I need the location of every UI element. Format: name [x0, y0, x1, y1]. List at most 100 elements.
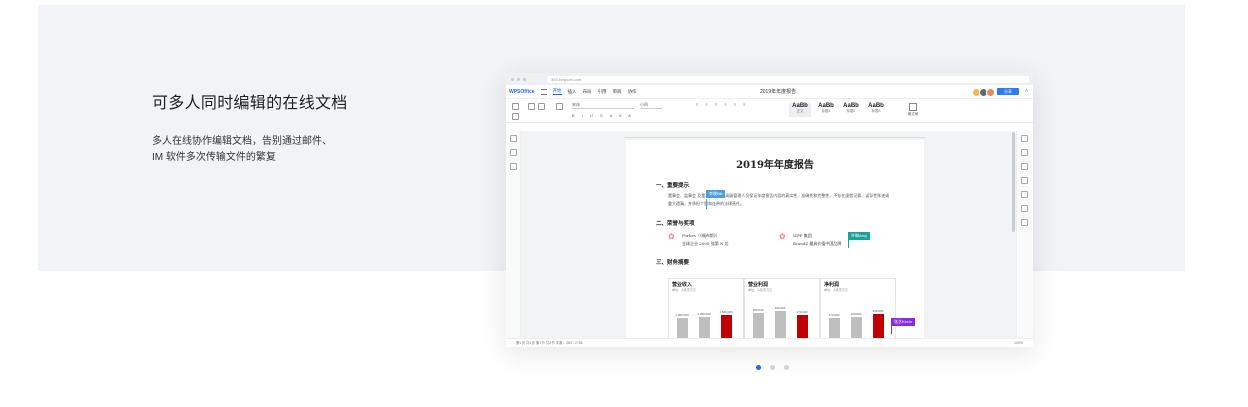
finance-chart: 营业收入 单位：人民币万元 1,000,000 1,200,000 1,500,00… [668, 278, 744, 340]
menu-reference: 引用 [597, 88, 607, 94]
carousel-dot[interactable] [770, 365, 775, 370]
award-detail: BrandZ 最具价值中国品牌 [793, 241, 842, 246]
share-button: 分享 [997, 88, 1019, 95]
chart-bar [829, 318, 840, 339]
status-info: 第1页 共4页 第1节 共2节 字数：283 / 2785 [516, 341, 583, 345]
carousel-dot[interactable] [756, 365, 761, 370]
chart-bar-label: 270,000 [796, 310, 808, 314]
paragraph: 董事会、监事会 及董事、监事、高级管理人员保证年度报告内容的真实性、准确性和完整… [668, 192, 890, 208]
collab-cursor-label: 李晓Bill [706, 190, 726, 198]
comment-icon [510, 163, 517, 170]
menu-collab: 协作 [627, 88, 637, 94]
formatting-toolbar: 宋体 小四 B I U S A A A ≡ ≡ ≡ ≡ ≡ ≡ AaBb 正文 A… [506, 99, 1033, 123]
chart-title: 营业收入 [672, 282, 693, 288]
chart-bar [797, 315, 808, 339]
chart-bar-label: 250,000 [752, 308, 764, 312]
hero-desc-line1: 多人在线协作编辑文档，告别通过邮件、 [152, 136, 332, 147]
ruler [624, 132, 925, 138]
chart-title: 净利润 [824, 282, 840, 288]
avatar [986, 88, 995, 97]
address-bar: 365.kingsoft.com [547, 75, 1029, 83]
finance-chart: 营业利润 单位：人民币万元 250,000 300,000 270,000 [744, 278, 820, 340]
panel-icon [1021, 163, 1028, 170]
style-heading2: AaBb 标题2 [843, 103, 859, 113]
award-star-icon: ✿ [668, 232, 675, 241]
hero-title: 可多人同时编辑的在线文档 [152, 95, 348, 112]
paste-icon [538, 103, 545, 110]
style-normal: AaBb 正文 [789, 103, 811, 117]
award-item: WPP 集团 BrandZ 最具价值中国品牌 [793, 232, 841, 248]
window-dot [517, 77, 520, 81]
paragraph-line: 董事会、监事会 及董事、监事、高级管理人员保证年度报告内容的真实性、准确性和完整… [668, 193, 890, 198]
panel-icon [1021, 191, 1028, 198]
zoom-level: 100% [1014, 341, 1023, 345]
document-canvas: 2019年年度报告 一、重要提示 董事会、监事会 及董事、监事、高级管理人员保证… [521, 131, 1016, 340]
award-item: Forbes（《福布斯》） 全球企业 2000 强第 N 位 [682, 232, 729, 248]
search-icon [510, 149, 517, 156]
collaborator-avatars [972, 88, 995, 97]
text-format-buttons: B I U S A A A [572, 113, 634, 118]
format-button: 格式刷 [904, 103, 922, 117]
section-heading: 一、重要提示 [656, 183, 690, 189]
chart-bar [677, 318, 688, 339]
menu-bar: WPSOffice 开始 插入 布局 引用 审阅 协作 2019年年度报告 分享… [506, 85, 1033, 99]
paragraph-buttons: ≡ ≡ ≡ ≡ ≡ ≡ [696, 102, 749, 107]
status-bar: 第1页 共4页 第1节 共2节 字数：283 / 2785 100% [506, 338, 1033, 347]
scrollbar [1012, 132, 1015, 232]
panel-icon [1021, 205, 1028, 212]
collab-cursor-label: 张艺Kevin [891, 318, 916, 326]
collab-cursor-label: 许琳Amy [848, 232, 870, 240]
award-detail: 全球企业 2000 强第 N 位 [682, 241, 729, 246]
collab-cursor [891, 326, 892, 334]
menu-review: 审阅 [612, 88, 622, 94]
paragraph-line: 重大遗漏，并承担个别和连带的法律责任。 [668, 200, 890, 208]
chart-bar [851, 317, 862, 339]
menu-insert: 插入 [567, 88, 577, 94]
chart-bar [721, 315, 732, 339]
save-icon [512, 113, 519, 120]
right-panel [1016, 131, 1033, 339]
chevron-up-icon: ˄ [1025, 88, 1028, 94]
left-panel [506, 131, 521, 339]
collab-cursor [848, 240, 849, 248]
report-title: 2019年年度报告 [736, 160, 814, 171]
chart-bar-label: 170,000 [828, 313, 840, 317]
award-star-icon: ✿ [779, 232, 786, 241]
new-icon [512, 103, 519, 110]
chart-bar-label: 200,000 [850, 312, 862, 316]
chart-subtitle: 单位：人民币万元 [748, 288, 773, 292]
panel-icon [1021, 135, 1028, 142]
chart-bar-label: 1,500,000 [719, 310, 733, 314]
menu-home: 开始 [552, 88, 562, 95]
window-dot [523, 77, 526, 81]
chart-bar [873, 314, 884, 339]
style-heading1: AaBb 标题1 [818, 103, 834, 113]
hero-description: 多人在线协作编辑文档，告别通过邮件、 IM 软件多次传输文件的繁复 [152, 134, 372, 166]
section-heading: 三、财务摘要 [656, 260, 690, 266]
chart-subtitle: 单位：人民币万元 [824, 288, 849, 292]
carousel-indicators[interactable] [756, 365, 798, 370]
hamburger-icon [540, 88, 547, 95]
copy-icon [528, 103, 535, 110]
chart-title: 营业利润 [748, 282, 769, 288]
section-heading: 二、荣誉与奖项 [656, 221, 695, 227]
format-painter-icon [556, 103, 563, 110]
window-dot [511, 77, 514, 81]
app-logo: WPSOffice [509, 88, 535, 95]
size-select: 小四 [640, 102, 662, 109]
font-select: 宋体 [572, 102, 634, 109]
hero-desc-line2: IM 软件多次传输文件的繁复 [152, 152, 276, 163]
collab-cursor [706, 199, 707, 209]
carousel-dot[interactable] [784, 365, 789, 370]
document-page: 2019年年度报告 一、重要提示 董事会、监事会 及董事、监事、高级管理人员保证… [626, 140, 924, 340]
panel-icon [1021, 149, 1028, 156]
app-window-screenshot: 365.kingsoft.com WPSOffice 开始 插入 布局 引用 审… [506, 73, 1033, 347]
chart-bar [753, 313, 764, 339]
chart-subtitle: 单位：人民币万元 [672, 288, 697, 292]
chart-bar-label: 1,200,000 [697, 312, 711, 316]
chart-bar [699, 317, 710, 339]
chart-bar-label: 300,000 [774, 306, 786, 310]
panel-icon [1021, 177, 1028, 184]
panel-icon [1021, 219, 1028, 226]
outline-icon [510, 135, 517, 142]
